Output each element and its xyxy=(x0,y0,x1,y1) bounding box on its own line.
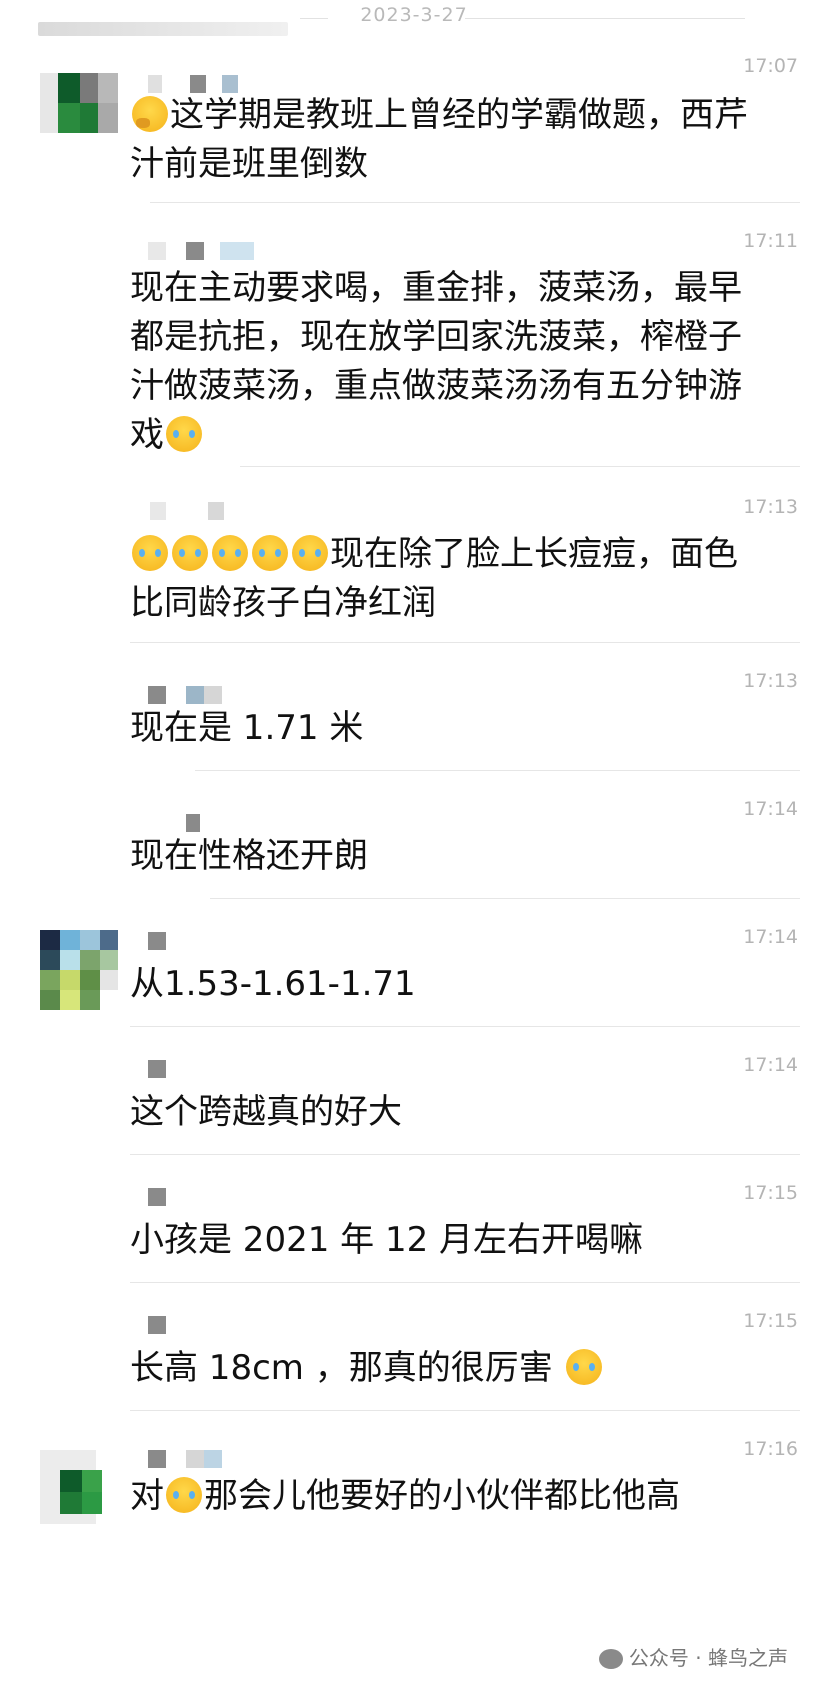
face-with-tears-icon xyxy=(212,535,248,571)
message-text: 从1.53-1.61-1.71 xyxy=(130,964,416,1004)
message-time: 17:14 xyxy=(743,926,798,948)
message-text: 这个跨越真的好大 xyxy=(130,1092,402,1132)
message-text: 这学期是教班上曾经的学霸做题，西芹汁前是班里倒数 xyxy=(130,95,748,184)
chat-message[interactable]: 17:11 现在主动要求喝，重金排，菠菜汤，最早都是抗拒，现在放学回家洗菠菜，榨… xyxy=(0,230,828,470)
face-with-tears-icon xyxy=(172,535,208,571)
chat-message[interactable]: 17:15 长高 18cm ，那真的很厉害 xyxy=(0,1310,828,1415)
chat-message[interactable]: 17:07 这学期是教班上曾经的学霸做题，西芹汁前是班里倒数 xyxy=(0,55,828,205)
face-with-tears-icon xyxy=(166,416,202,452)
message-text: 现在是 1.71 米 xyxy=(130,708,364,748)
chat-message[interactable]: 17:15 小孩是 2021 年 12 月左右开喝嘛 xyxy=(0,1182,828,1287)
avatar[interactable] xyxy=(40,1450,118,1524)
face-with-tears-icon xyxy=(132,535,168,571)
chat-message[interactable]: 17:16 对那会儿他要好的小伙伴都比他高 xyxy=(0,1438,828,1588)
message-text: 现在除了脸上长痘痘，面色比同龄孩子白净红润 xyxy=(130,534,738,623)
date-divider: 2023-3-27 xyxy=(0,0,828,36)
chat-message[interactable]: 17:14 从1.53-1.61-1.71 xyxy=(0,926,828,1031)
joy-icon xyxy=(166,1477,202,1513)
joy-icon xyxy=(565,1349,602,1385)
message-text: 对那会儿他要好的小伙伴都比他高 xyxy=(130,1476,680,1516)
chat-message[interactable]: 17:14 这个跨越真的好大 xyxy=(0,1054,828,1159)
chat-message[interactable]: 17:13 现在是 1.71 米 xyxy=(0,670,828,775)
face-with-tears-icon xyxy=(292,535,328,571)
avatar[interactable] xyxy=(40,73,118,133)
message-text: 现在性格还开朗 xyxy=(130,836,368,876)
message-time: 17:11 xyxy=(743,230,798,252)
chat-message[interactable]: 17:13 现在除了脸上长痘痘，面色比同龄孩子白净红润 xyxy=(0,496,828,646)
message-text: 长高 18cm ，那真的很厉害 xyxy=(130,1344,770,1393)
date-label: 2023-3-27 xyxy=(360,4,468,26)
chat-message[interactable]: 17:14 现在性格还开朗 xyxy=(0,798,828,903)
message-time: 17:15 xyxy=(743,1310,798,1332)
watermark: 公众号 · 蜂鸟之声 xyxy=(598,1642,788,1671)
message-time: 17:13 xyxy=(743,496,798,518)
message-time: 17:14 xyxy=(743,1054,798,1076)
thinking-face-icon xyxy=(132,96,168,132)
message-time: 17:13 xyxy=(743,670,798,692)
message-time: 17:15 xyxy=(743,1182,798,1204)
message-time: 17:16 xyxy=(743,1438,798,1460)
message-text: 小孩是 2021 年 12 月左右开喝嘛 xyxy=(130,1220,644,1260)
message-time: 17:14 xyxy=(743,798,798,820)
message-time: 17:07 xyxy=(743,55,798,77)
avatar[interactable] xyxy=(40,930,118,1010)
face-with-tears-icon xyxy=(252,535,288,571)
wechat-official-account-icon xyxy=(598,1649,623,1669)
message-text: 现在主动要求喝，重金排，菠菜汤，最早都是抗拒，现在放学回家洗菠菜，榨橙子汁做菠菜… xyxy=(130,268,742,455)
